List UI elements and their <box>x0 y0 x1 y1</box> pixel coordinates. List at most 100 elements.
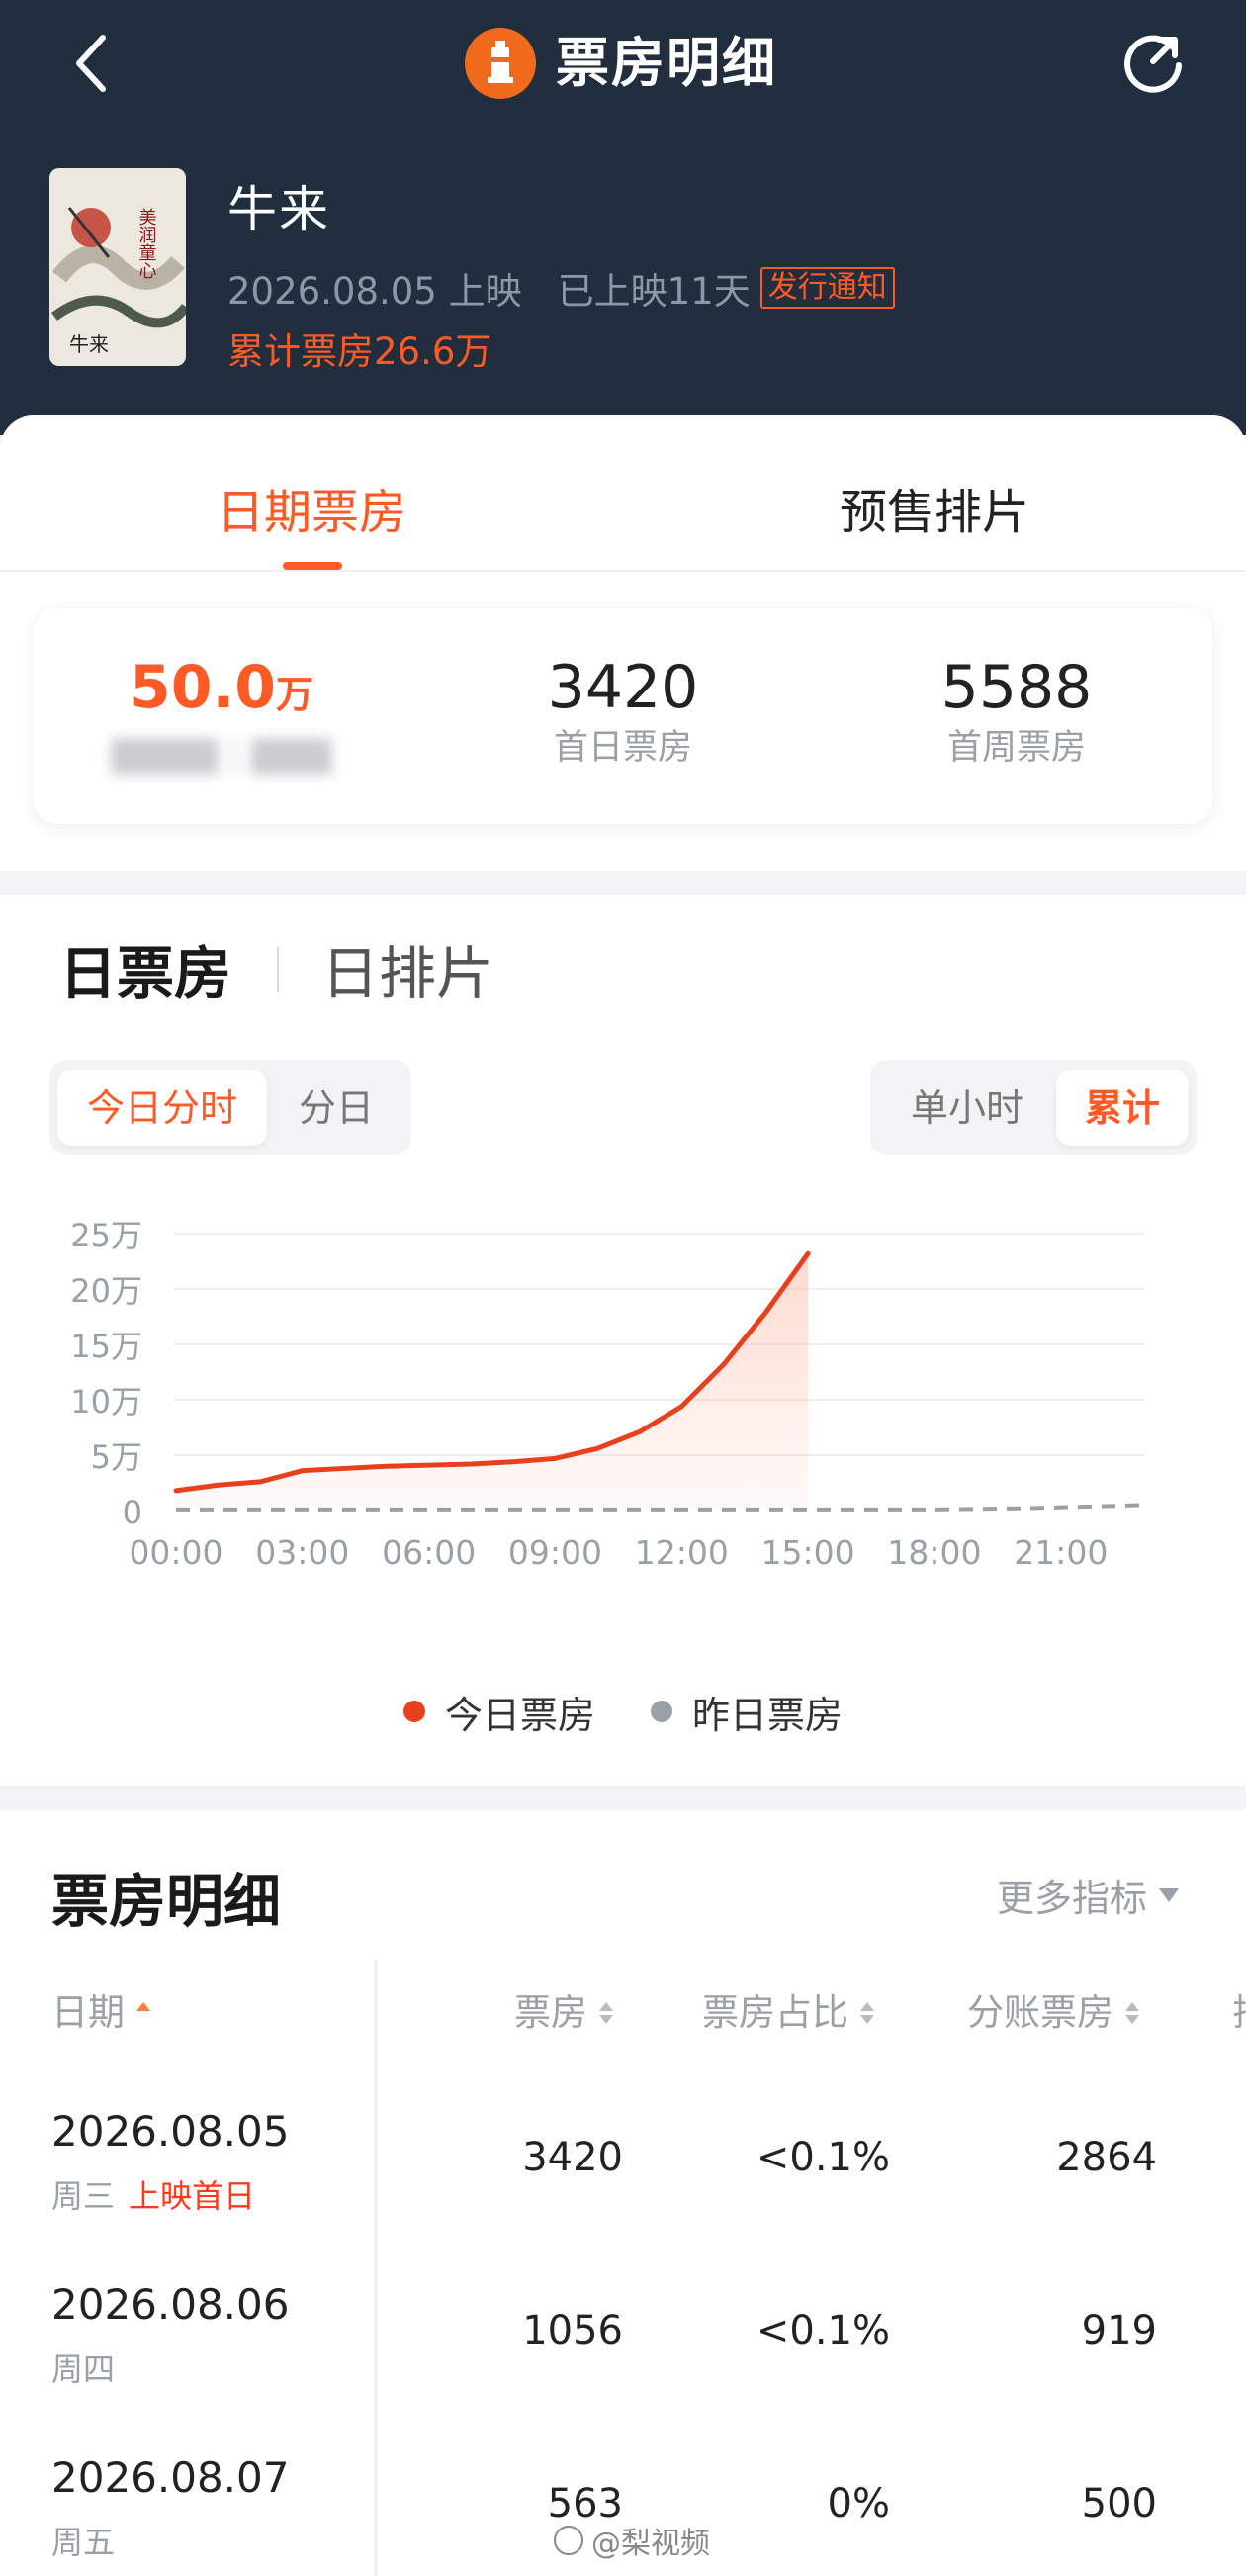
column-header-gross[interactable]: 票房 <box>514 1978 613 2048</box>
stats-panel: 50.0万 ▇▇▇▇ | ▇▇▇ 3420 首日票房 5588 首周票房 <box>34 608 1212 824</box>
column-header-split-gross[interactable]: 分账票房 <box>967 1978 1139 2048</box>
y-tick-label: 20万 <box>70 1272 142 1310</box>
seg-by-day[interactable]: 分日 <box>279 1070 394 1146</box>
column-header-cut-off[interactable]: 排 <box>1232 1978 1246 2048</box>
row-date: 2026.08.05 <box>51 2107 290 2156</box>
row-gross: 3420 <box>522 2135 623 2180</box>
x-tick-label: 15:00 <box>761 1533 855 1572</box>
row-gross: 1056 <box>522 2308 623 2353</box>
legend-dot-today <box>402 1701 425 1722</box>
issue-notice-tag[interactable]: 发行通知 <box>759 267 895 309</box>
release-date: 2026.08.05 上映 <box>227 270 522 313</box>
sort-icon <box>860 2002 874 2024</box>
stat-label: 首日票房 <box>553 728 692 768</box>
column-header-date[interactable]: 日期 <box>51 1978 150 2048</box>
row-share: <0.1% <box>756 2135 890 2180</box>
caret-down-icon <box>1159 1887 1180 1902</box>
section-divider <box>277 947 279 992</box>
stat-number: 50.0 <box>129 653 277 722</box>
watermark-text: @梨视频 <box>591 2527 710 2561</box>
sort-icon <box>599 2002 613 2024</box>
x-tick-label: 12:00 <box>635 1533 729 1572</box>
seg-single-hour[interactable]: 单小时 <box>880 1070 1054 1146</box>
weibo-logo-icon <box>554 2526 583 2555</box>
active-tab-indicator <box>283 562 342 570</box>
poster-calligraphy: 美润童心 <box>136 208 157 279</box>
stat-first-day: 3420 首日票房 <box>445 653 801 770</box>
tab-presale[interactable]: 预售排片 <box>801 473 1068 542</box>
tab-date-box-office[interactable]: 日期票房 <box>178 473 445 542</box>
stat-unit: 万 <box>276 673 314 716</box>
y-tick-label: 0 <box>123 1494 142 1531</box>
legend-label: 昨日票房 <box>692 1693 844 1737</box>
stat-label-blurred: ▇▇▇▇ | ▇▇▇ <box>111 735 332 775</box>
header-bar: 票房明细 美润童心 牛来 牛来 2026.08.05 上映 已上映11天 发行通… <box>0 0 1246 435</box>
stat-value: 3420 <box>547 653 699 722</box>
legend-label: 今日票房 <box>444 1693 595 1737</box>
movie-poster[interactable]: 美润童心 牛来 <box>49 168 186 366</box>
row-weekday: 周四 <box>51 2345 115 2390</box>
summary-card: 日期票房 预售排片 50.0万 ▇▇▇▇ | ▇▇▇ 3420 首日票房 558… <box>0 415 1246 871</box>
row-share: 0% <box>827 2481 890 2527</box>
row-date: 2026.08.06 <box>51 2280 290 2329</box>
release-info: 2026.08.05 上映 已上映11天 发行通知 <box>227 262 895 314</box>
row-split-gross: 919 <box>1081 2308 1157 2353</box>
refresh-icon[interactable] <box>1115 26 1191 101</box>
hourly-gross-chart: 0 5万 10万 15万 20万 25万 00:00 03:00 06:00 09:00 12:00… <box>70 1217 1146 1572</box>
row-weekday: 周三 上映首日 <box>51 2171 255 2217</box>
release-day-tag: 上映首日 <box>129 2177 256 2215</box>
table-row[interactable]: 2026.08.06 周四 1056 <0.1% 919 <box>0 2270 1246 2443</box>
x-tick-label: 18:00 <box>887 1533 981 1572</box>
movie-title: 牛来 <box>227 181 330 238</box>
tab-daily-gross[interactable]: 日票房 <box>59 927 231 1010</box>
row-date: 2026.08.07 <box>51 2453 290 2502</box>
detail-title: 票房明细 <box>51 1868 282 1935</box>
stat-value: 5588 <box>940 653 1093 722</box>
x-tick-label: 06:00 <box>382 1533 476 1572</box>
days-showing: 已上映11天 <box>557 270 751 313</box>
chevron-left-icon[interactable] <box>59 28 129 97</box>
row-split-gross: 2864 <box>1056 2135 1157 2180</box>
row-weekday: 周五 <box>51 2518 115 2563</box>
more-metrics-dropdown[interactable]: 更多指标 <box>997 1868 1180 1922</box>
tabs-divider <box>0 570 1246 572</box>
series-area-today <box>176 1253 809 1511</box>
y-tick-label: 5万 <box>91 1438 142 1476</box>
x-tick-label: 21:00 <box>1014 1533 1108 1572</box>
column-header-label: 日期 <box>51 1991 125 2034</box>
x-tick-label: 03:00 <box>255 1533 349 1572</box>
row-share: <0.1% <box>756 2308 890 2353</box>
legend-today[interactable]: 今日票房 <box>402 1685 595 1739</box>
chart-legend: 今日票房 昨日票房 <box>0 1682 1246 1741</box>
row-split-gross: 500 <box>1081 2481 1157 2527</box>
y-tick-label: 25万 <box>70 1217 142 1254</box>
time-range-toggle: 今日分时 分日 <box>49 1060 411 1155</box>
y-tick-label: 15万 <box>70 1328 142 1365</box>
seg-today-hourly[interactable]: 今日分时 <box>57 1070 267 1146</box>
sort-icon <box>136 2002 150 2024</box>
more-metrics-label: 更多指标 <box>997 1877 1148 1920</box>
poster-title: 牛来 <box>69 332 109 356</box>
stat-value: 50.0万 <box>44 653 400 729</box>
legend-yesterday[interactable]: 昨日票房 <box>651 1685 843 1739</box>
weekday-label: 周五 <box>51 2524 116 2561</box>
column-header-share[interactable]: 票房占比 <box>702 1978 874 2048</box>
watermark: @梨视频 <box>554 2519 710 2562</box>
column-header-label: 票房 <box>514 1991 587 2034</box>
tab-daily-schedule[interactable]: 日排片 <box>321 927 493 1010</box>
x-tick-label: 00:00 <box>129 1533 222 1572</box>
stat-forecast: 50.0万 ▇▇▇▇ | ▇▇▇ <box>44 653 400 777</box>
mode-toggle: 单小时 累计 <box>870 1060 1197 1155</box>
seg-cumulative[interactable]: 累计 <box>1056 1070 1189 1146</box>
sort-icon <box>1125 2002 1139 2024</box>
x-tick-label: 09:00 <box>508 1533 602 1572</box>
stat-first-week: 5588 首周票房 <box>839 653 1195 770</box>
legend-dot-yesterday <box>651 1701 672 1722</box>
y-tick-label: 10万 <box>70 1383 142 1421</box>
column-header-label: 分账票房 <box>967 1991 1113 2034</box>
table-row[interactable]: 2026.08.05 周三 上映首日 3420 <0.1% 2864 <box>0 2097 1246 2270</box>
total-gross: 累计票房26.6万 <box>227 330 492 373</box>
stat-label: 首周票房 <box>946 728 1086 768</box>
column-header-label: 票房占比 <box>702 1991 848 2034</box>
weekday-label: 周三 <box>51 2177 116 2215</box>
